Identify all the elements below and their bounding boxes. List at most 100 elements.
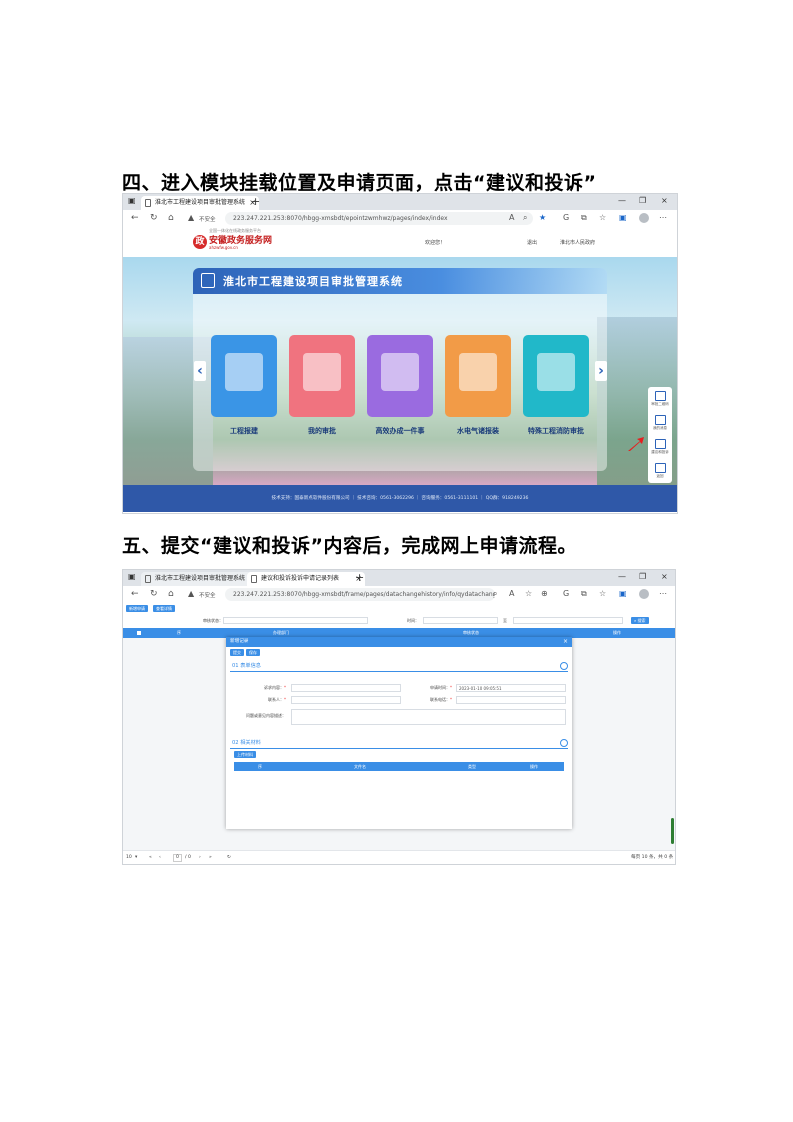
- card-label[interactable]: 水电气诸报装: [433, 426, 523, 436]
- card-label[interactable]: 特殊工程消防审批: [511, 426, 601, 436]
- url-field[interactable]: 223.247.221.253:8070/hbgg-xmsbdt/epointz…: [225, 212, 533, 225]
- browser-tab[interactable]: 淮北市工程建设项目审批管理系统 ×: [141, 196, 259, 210]
- card-illustration: [459, 353, 497, 391]
- content-input[interactable]: [291, 684, 401, 692]
- new-tab-icon[interactable]: +: [355, 571, 364, 584]
- read-aloud-icon[interactable]: A: [509, 213, 514, 222]
- tab-list-icon[interactable]: ▣: [128, 196, 136, 205]
- minimize-icon[interactable]: —: [618, 196, 626, 205]
- carousel-prev-icon[interactable]: ‹: [194, 361, 206, 381]
- profile-avatar[interactable]: [639, 213, 649, 223]
- minimize-icon[interactable]: —: [618, 572, 626, 581]
- favorites-icon[interactable]: ☆: [599, 589, 606, 598]
- carousel-next-icon[interactable]: ›: [595, 361, 607, 381]
- window-close-icon[interactable]: ×: [661, 196, 668, 205]
- gov-link[interactable]: 淮北市人民政府: [560, 239, 595, 246]
- warning-icon: ▲: [188, 589, 195, 598]
- next-page-icon[interactable]: ›: [199, 851, 201, 864]
- refresh-icon[interactable]: ↻: [150, 589, 158, 599]
- logout-link[interactable]: 退出: [527, 239, 537, 246]
- more-icon[interactable]: ⋯: [659, 213, 667, 222]
- tab-title: 淮北市工程建设项目审批管理系统: [155, 199, 246, 206]
- extensions-icon[interactable]: G: [563, 589, 569, 598]
- sidebar-item-messages[interactable]: 我的消息: [648, 415, 672, 431]
- screenshot-portal: ▣ 淮北市工程建设项目审批管理系统 × + — ❐ × ← ↻ ⌂ ▲ 不安全 …: [122, 193, 678, 514]
- date-filter-label: 时间：: [407, 618, 419, 623]
- sidebar-item-qrcode[interactable]: 审批二维码: [648, 391, 672, 407]
- maximize-icon[interactable]: ❐: [639, 196, 646, 205]
- phone-input[interactable]: [456, 696, 566, 704]
- extensions-icon[interactable]: G: [563, 213, 569, 222]
- card-project-report[interactable]: [211, 335, 277, 417]
- window-close-icon[interactable]: ×: [661, 572, 668, 581]
- collapse-icon[interactable]: [560, 662, 568, 670]
- date-to-input[interactable]: [513, 617, 623, 624]
- favorite-star-icon[interactable]: ★: [539, 213, 546, 222]
- card-one-thing[interactable]: [367, 335, 433, 417]
- collapse-icon[interactable]: [560, 739, 568, 747]
- card-fire-approval[interactable]: [523, 335, 589, 417]
- sidebar-item-feedback[interactable]: 建议和投诉: [648, 439, 672, 455]
- more-icon[interactable]: ⋯: [659, 589, 667, 598]
- home-icon[interactable]: ⌂: [168, 589, 174, 599]
- collections-icon[interactable]: ▣: [619, 589, 627, 598]
- browser-tab-active[interactable]: 建议和投诉投诉申请记录列表 ×: [247, 572, 365, 586]
- security-label[interactable]: 不安全: [199, 215, 216, 223]
- search-button[interactable]: ⌕ 搜索: [631, 617, 649, 624]
- section-form-info[interactable]: 01 表单信息: [230, 661, 568, 672]
- browser-tab[interactable]: 淮北市工程建设项目审批管理系统 ×: [141, 572, 259, 586]
- card-utilities[interactable]: [445, 335, 511, 417]
- description-textarea[interactable]: [291, 709, 566, 725]
- zoom-icon[interactable]: ⌕: [523, 213, 527, 223]
- profile-avatar[interactable]: [639, 589, 649, 599]
- card-my-approval[interactable]: [289, 335, 355, 417]
- tab-list-icon[interactable]: ▣: [128, 572, 136, 581]
- upload-button[interactable]: 上传材料: [234, 751, 256, 758]
- split-screen-icon[interactable]: ⧉: [581, 213, 587, 223]
- status-filter-label: 审核状态：: [203, 618, 223, 623]
- submit-button[interactable]: 提交: [230, 649, 244, 656]
- read-aloud-icon[interactable]: A: [509, 589, 514, 598]
- collections-icon[interactable]: ▣: [619, 213, 627, 222]
- contact-person-input[interactable]: [291, 696, 401, 704]
- back-icon[interactable]: ←: [131, 589, 139, 599]
- select-all-checkbox[interactable]: [137, 631, 141, 635]
- scrollbar[interactable]: [671, 818, 674, 844]
- filter-bar: 审核状态： 时间： 至 ⌕ 搜索: [123, 614, 675, 629]
- back-icon[interactable]: ←: [131, 213, 139, 223]
- last-page-icon[interactable]: »: [209, 851, 212, 864]
- favorite-star-icon[interactable]: ☆: [525, 589, 532, 598]
- pagination-bar: 10 ▾ « ‹ 0 / 0 › » ↻ 每页 10 条，共 0 条: [123, 850, 675, 864]
- more-tools-icon[interactable]: ⊕: [541, 589, 548, 598]
- view-details-button[interactable]: 查看详情: [153, 605, 175, 612]
- security-label[interactable]: 不安全: [199, 591, 216, 599]
- favorites-icon[interactable]: ☆: [599, 213, 606, 222]
- card-label[interactable]: 我的审批: [277, 426, 367, 436]
- prev-page-icon[interactable]: ‹: [159, 851, 161, 864]
- page-input[interactable]: 0: [173, 854, 182, 862]
- save-button[interactable]: 保存: [246, 649, 260, 656]
- date-input[interactable]: 2023-01-10 09:05:51: [456, 684, 566, 692]
- card-label[interactable]: 高效办成一件事: [355, 426, 445, 436]
- card-illustration: [303, 353, 341, 391]
- page-size-select[interactable]: 10: [126, 851, 132, 864]
- refresh-icon[interactable]: ↻: [150, 213, 158, 223]
- reload-icon[interactable]: ↻: [227, 851, 231, 864]
- new-application-button[interactable]: 新增申请: [126, 605, 148, 612]
- chevron-down-icon[interactable]: ▾: [135, 851, 137, 864]
- new-tab-icon[interactable]: +: [251, 195, 260, 208]
- split-screen-icon[interactable]: ⧉: [581, 589, 587, 599]
- sidebar-item-back[interactable]: 返回: [648, 463, 672, 479]
- maximize-icon[interactable]: ❐: [639, 572, 646, 581]
- date-from-input[interactable]: [423, 617, 498, 624]
- dialog-close-icon[interactable]: ×: [563, 637, 568, 647]
- section-materials[interactable]: 02 相关材料: [230, 738, 568, 749]
- home-icon[interactable]: ⌂: [168, 213, 174, 223]
- status-filter-select[interactable]: [223, 617, 368, 624]
- zoom-icon[interactable]: ⌕: [493, 589, 497, 599]
- message-icon: [654, 415, 666, 425]
- url-field[interactable]: 223.247.221.253:8070/hbgg-xmsbdt/frame/p…: [225, 588, 495, 601]
- card-label[interactable]: 工程报建: [199, 426, 289, 436]
- card-illustration: [381, 353, 419, 391]
- first-page-icon[interactable]: «: [149, 851, 152, 864]
